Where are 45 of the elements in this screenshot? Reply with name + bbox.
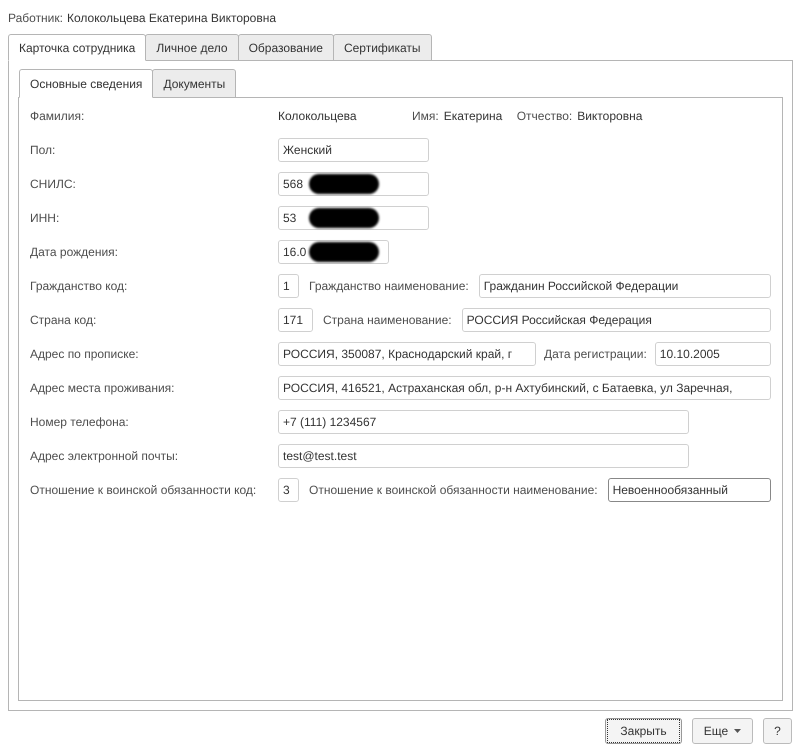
input-field[interactable]: 3 (278, 478, 299, 502)
field-label: Отношение к воинской обязанности наименование: (309, 482, 598, 499)
field-label: ИНН: (30, 211, 60, 225)
tab[interactable]: Основные сведения (19, 69, 154, 98)
input-field[interactable]: РОССИЯ, 416521, Астраханская обл, р-н Ахтубинский, с Батаевка, ул Заречная, (278, 376, 771, 400)
close-button[interactable]: Закрыть (605, 718, 682, 744)
field-label: Номер телефона: (30, 415, 129, 429)
field-label: Гражданство код: (30, 279, 128, 293)
help-button[interactable]: ? (763, 718, 792, 744)
employee-name: Колокольцева Екатерина Викторовна (66, 10, 276, 26)
tab[interactable]: Образование (238, 34, 334, 61)
field-value: Екатерина (444, 108, 504, 125)
tab[interactable]: Документы (152, 69, 236, 98)
tab[interactable]: Сертификаты (332, 34, 432, 61)
field-label: Страна код: (30, 313, 96, 327)
field-value: Викторовна (577, 108, 642, 125)
input-field[interactable]: Гражданин Российской Федерации (478, 274, 771, 298)
tab[interactable]: Карточка сотрудника (8, 34, 146, 61)
caret-icon (734, 729, 742, 733)
input-field[interactable]: 171 (278, 308, 313, 332)
field-label: Адрес электронной почты: (30, 449, 178, 463)
field-label: Отчество: (516, 108, 572, 125)
input-field[interactable]: test@test.test (278, 444, 689, 468)
field-label: Дата рождения: (30, 245, 118, 259)
input-field[interactable]: 10.10.2005 (654, 342, 771, 366)
input-field[interactable]: РОССИЯ, 350087, Краснодарский край, г (278, 342, 536, 366)
input-field[interactable]: РОССИЯ Российская Федерация (462, 308, 771, 332)
more-button[interactable]: Еще (692, 718, 753, 744)
field-label: Страна наименование: (323, 312, 452, 329)
field-label: Имя: (412, 108, 439, 125)
field-label: Пол: (30, 143, 56, 157)
header-label: Работник: (8, 10, 63, 26)
input-field[interactable]: Женский (278, 138, 429, 162)
field-label: Дата регистрации: (544, 346, 647, 363)
input-field[interactable]: 1 (278, 274, 299, 298)
field-value: Колокольцева (278, 108, 358, 125)
input-field[interactable]: Невоеннообязанный (608, 478, 771, 502)
field-label: Фамилия: (30, 109, 84, 123)
field-label: Адрес места проживания: (30, 381, 174, 395)
field-label: Адрес по прописке: (30, 347, 139, 361)
input-field[interactable]: +7 (111) 1234567 (278, 410, 689, 434)
tab[interactable]: Личное дело (145, 34, 239, 61)
field-label: СНИЛС: (30, 177, 76, 191)
field-label: Гражданство наименование: (309, 278, 469, 295)
field-label: Отношение к воинской обязанности код: (30, 483, 256, 497)
